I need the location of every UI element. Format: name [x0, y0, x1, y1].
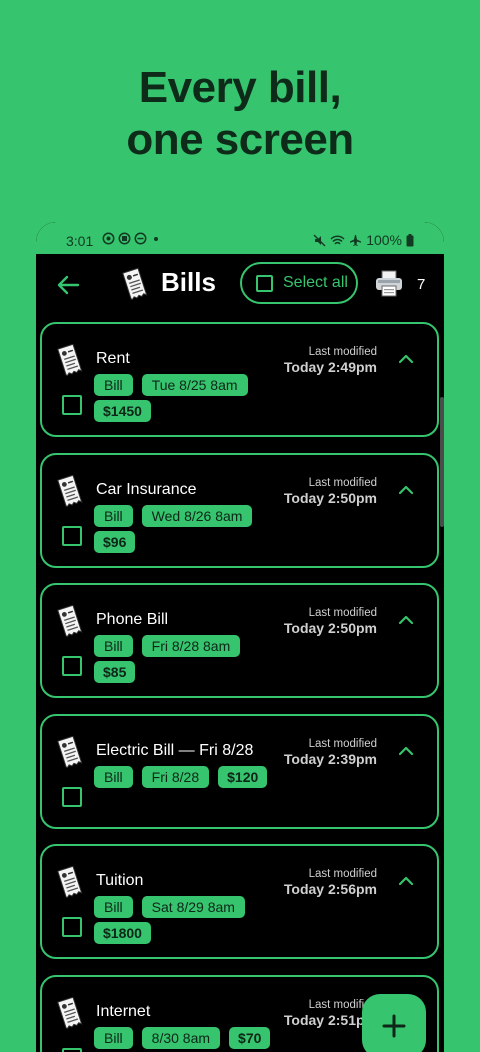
mute-icon [313, 234, 326, 247]
bill-amount-chip: $85 [94, 661, 135, 683]
status-bar: 3:01 100% [36, 222, 444, 254]
receipt-icon [54, 997, 86, 1031]
chevron-up-icon[interactable] [397, 352, 415, 366]
bill-date-chip: Fri 8/28 [142, 766, 209, 788]
bill-date-chip: Wed 8/26 8am [142, 505, 253, 527]
last-modified-label: Last modified [309, 868, 377, 880]
bill-name: Rent [96, 350, 130, 368]
chevron-up-icon[interactable] [397, 874, 415, 888]
printer-icon[interactable] [374, 268, 404, 298]
bill-checkbox[interactable] [62, 526, 82, 546]
headline-line-2: one screen [0, 114, 480, 166]
bill-name: Internet [96, 1003, 150, 1021]
wifi-icon [330, 234, 345, 247]
bill-amount-chip: $70 [229, 1027, 270, 1049]
bill-checkbox[interactable] [62, 917, 82, 937]
select-all-label: Select all [283, 274, 348, 292]
bill-date-chip: Tue 8/25 8am [142, 374, 248, 396]
chevron-up-icon[interactable] [397, 744, 415, 758]
bill-checkbox[interactable] [62, 787, 82, 807]
bill-date-chip: Fri 8/28 8am [142, 635, 241, 657]
last-modified-time: Today 2:50pm [284, 490, 377, 506]
bill-name: Electric Bill — Fri 8/28 [96, 742, 253, 760]
battery-icon [406, 234, 414, 247]
bill-amount-chip: $120 [218, 766, 267, 788]
headline-line-1: Every bill, [0, 62, 480, 114]
back-arrow-icon[interactable] [54, 271, 82, 299]
select-all-button[interactable]: Select all [240, 262, 358, 304]
bill-tags: Bill Tue 8/25 8am $1450 [94, 374, 284, 426]
bill-type-chip: Bill [94, 635, 133, 657]
bill-card[interactable]: Tuition Bill Sat 8/29 8am $1800 Last modifie… [40, 844, 439, 959]
headline: Every bill, one screen [0, 62, 480, 166]
bill-type-chip: Bill [94, 1027, 133, 1049]
bill-tags: Bill 8/30 8am $70 [94, 1027, 284, 1052]
last-modified-time: Today 2:49pm [284, 359, 377, 375]
bill-date-chip: Sat 8/29 8am [142, 896, 245, 918]
bill-name: Tuition [96, 872, 143, 890]
bill-amount-chip: $96 [94, 531, 135, 553]
receipt-icon [54, 605, 86, 639]
bill-amount-chip: $1800 [94, 922, 151, 944]
bill-card[interactable]: Phone Bill Bill Fri 8/28 8am $85 Last modifi… [40, 583, 439, 698]
status-time: 3:01 [66, 233, 93, 249]
bill-tags: Bill Wed 8/26 8am $96 [94, 505, 284, 557]
receipt-icon [54, 475, 86, 509]
scrollbar[interactable] [440, 397, 444, 527]
select-all-checkbox-icon [256, 275, 273, 292]
page-title: Bills [161, 267, 216, 298]
sync-icon [118, 232, 131, 245]
bill-amount-chip: $1450 [94, 400, 151, 422]
notification-icon [102, 232, 115, 245]
bill-count: 7 [417, 276, 425, 293]
dot-icon [150, 232, 162, 245]
receipt-icon [118, 267, 152, 303]
last-modified-time: Today 2:50pm [284, 620, 377, 636]
bill-type-chip: Bill [94, 896, 133, 918]
receipt-icon [54, 866, 86, 900]
bill-name: Car Insurance [96, 481, 197, 499]
airplane-icon [349, 234, 362, 247]
bill-date-chip: 8/30 8am [142, 1027, 220, 1049]
bill-checkbox[interactable] [62, 1048, 82, 1052]
bill-type-chip: Bill [94, 374, 133, 396]
last-modified-label: Last modified [309, 346, 377, 358]
last-modified-time: Today 2:56pm [284, 881, 377, 897]
add-bill-button[interactable] [362, 994, 426, 1052]
bill-card[interactable]: Car Insurance Bill Wed 8/26 8am $96 Last mod… [40, 453, 439, 568]
battery-percent: 100% [366, 232, 402, 248]
bill-checkbox[interactable] [62, 656, 82, 676]
bill-type-chip: Bill [94, 505, 133, 527]
chevron-up-icon[interactable] [397, 483, 415, 497]
app-bar: Bills Select all 7 [36, 254, 444, 316]
chevron-up-icon[interactable] [397, 613, 415, 627]
bill-tags: Bill Sat 8/29 8am $1800 [94, 896, 284, 948]
plus-icon [362, 994, 426, 1052]
last-modified-label: Last modified [309, 477, 377, 489]
phone-screen: 3:01 100% [36, 222, 444, 1052]
bill-tags: Bill Fri 8/28 8am $85 [94, 635, 284, 687]
last-modified-time: Today 2:39pm [284, 751, 377, 767]
bill-tags: Bill Fri 8/28 $120 [94, 766, 284, 792]
do-not-disturb-icon [134, 232, 147, 245]
bill-card[interactable]: Electric Bill — Fri 8/28 Bill Fri 8/28 $120… [40, 714, 439, 829]
bill-card[interactable]: Rent Bill Tue 8/25 8am $1450 Last modifiedTo… [40, 322, 439, 437]
last-modified-label: Last modified [309, 607, 377, 619]
last-modified-label: Last modified [309, 738, 377, 750]
receipt-icon [54, 736, 86, 770]
bill-type-chip: Bill [94, 766, 133, 788]
bill-name: Phone Bill [96, 611, 168, 629]
receipt-icon [54, 344, 86, 378]
bill-checkbox[interactable] [62, 395, 82, 415]
